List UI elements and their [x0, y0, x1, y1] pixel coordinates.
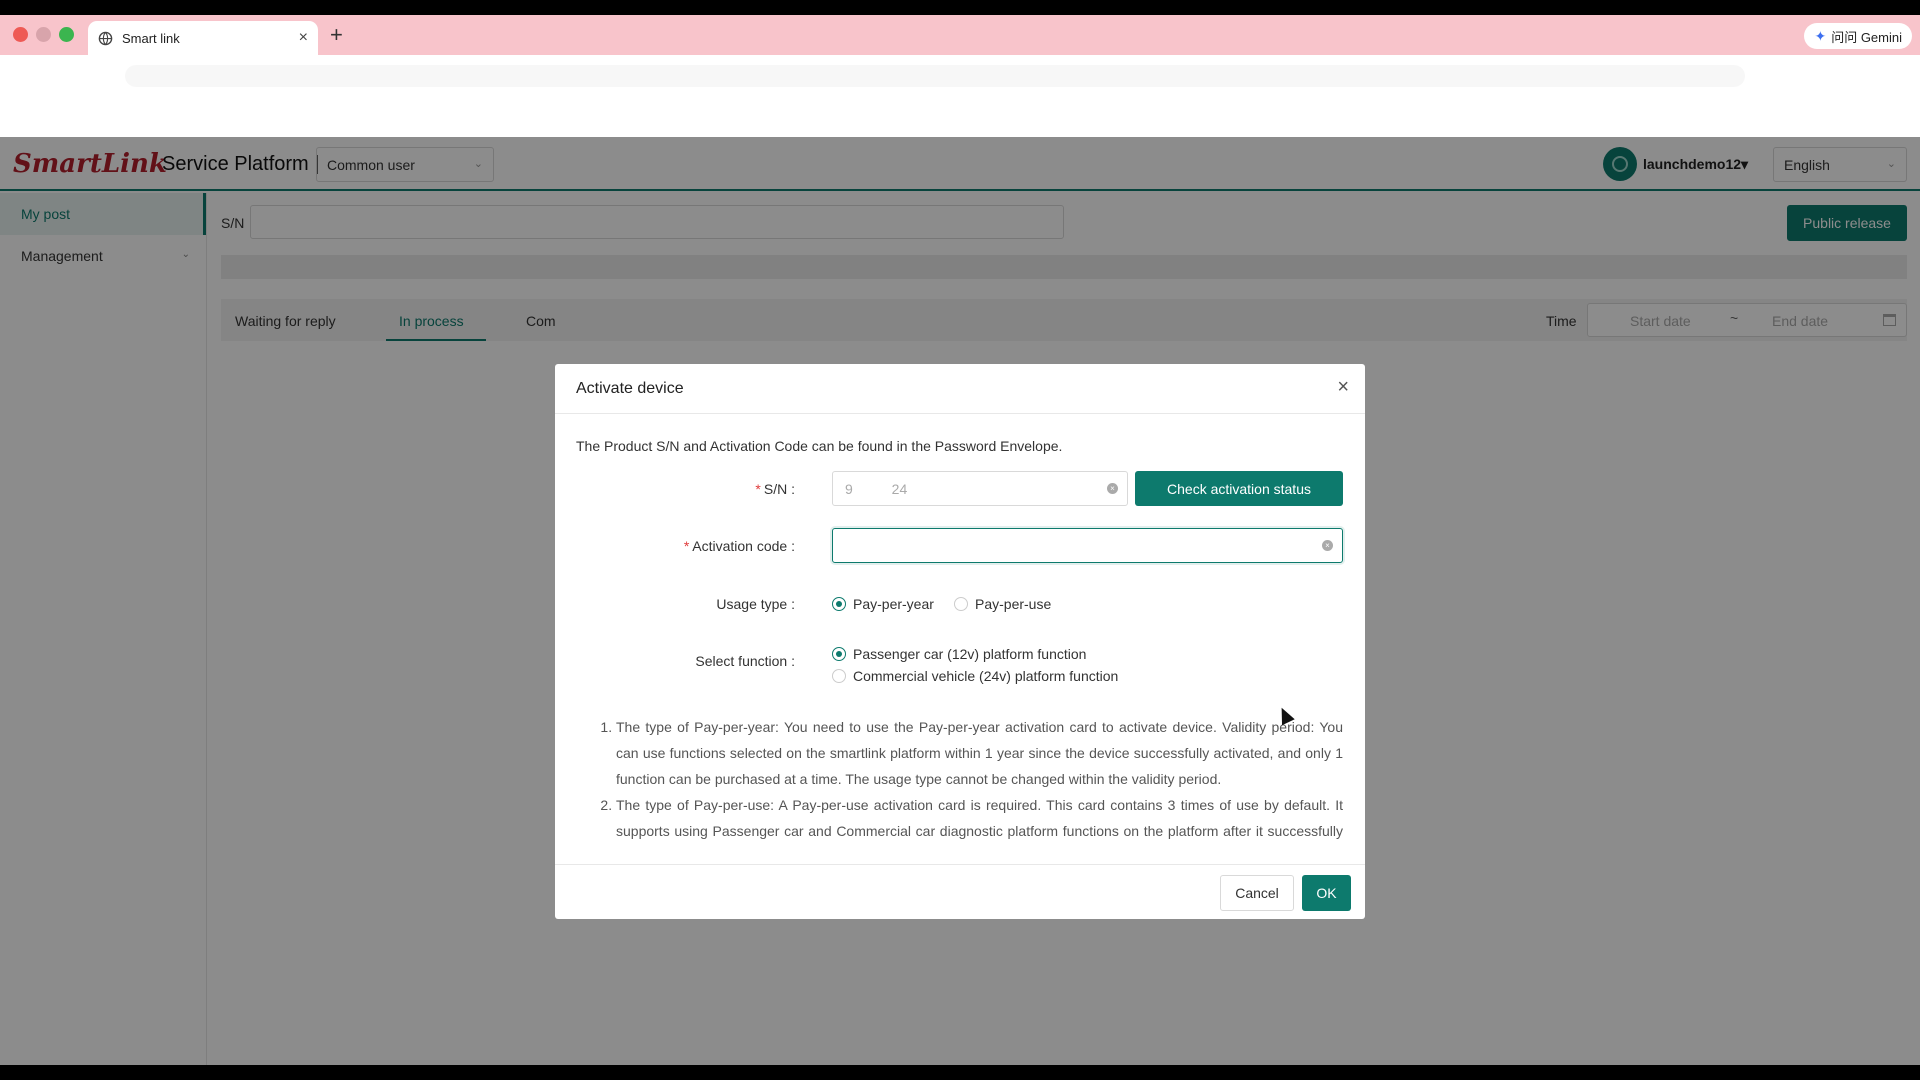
gemini-button[interactable]: ✦ 问问 Gemini — [1804, 23, 1912, 49]
activation-code-field[interactable]: × — [832, 528, 1343, 563]
activation-notes: The type of Pay-per-year: You need to us… — [594, 714, 1343, 849]
cancel-button[interactable]: Cancel — [1220, 875, 1294, 911]
radio-label: Passenger car (12v) platform function — [853, 646, 1087, 662]
sparkle-icon: ✦ — [1814, 27, 1827, 44]
sn-field-label: * S/N : — [755, 481, 795, 497]
note-item: The type of Pay-per-year: You need to us… — [616, 714, 1343, 792]
select-function-label: Select function : — [695, 653, 795, 669]
radio-pay-per-use[interactable]: Pay-per-use — [954, 596, 1051, 612]
sn-field[interactable]: 9 24 × — [832, 471, 1128, 506]
usage-type-label: Usage type : — [716, 596, 795, 612]
sn-field-value: 9 24 — [845, 481, 908, 497]
radio-commercial-vehicle[interactable]: Commercial vehicle (24v) platform functi… — [832, 668, 1118, 684]
window-minimize-button[interactable] — [36, 27, 51, 42]
radio-label: Pay-per-use — [975, 596, 1052, 612]
window-close-button[interactable] — [13, 27, 28, 42]
activate-device-dialog: Activate device × The Product S/N and Ac… — [555, 364, 1365, 919]
globe-icon — [98, 31, 113, 45]
gemini-label: 问问 Gemini — [1831, 29, 1902, 45]
radio-checked-icon — [832, 647, 846, 661]
ok-button[interactable]: OK — [1302, 875, 1351, 911]
browser-tab[interactable]: Smart link × — [88, 21, 318, 55]
dialog-footer: Cancel OK — [555, 864, 1365, 919]
clear-icon[interactable]: × — [1322, 540, 1333, 551]
new-tab-button[interactable]: + — [330, 22, 343, 48]
radio-passenger-car[interactable]: Passenger car (12v) platform function — [832, 646, 1086, 662]
check-activation-status-button[interactable]: Check activation status — [1135, 471, 1343, 506]
radio-checked-icon — [832, 597, 846, 611]
close-icon[interactable]: × — [1337, 376, 1349, 399]
address-bar[interactable] — [125, 65, 1745, 87]
note-item: The type of Pay-per-use: A Pay-per-use a… — [616, 792, 1343, 849]
window-zoom-button[interactable] — [59, 27, 74, 42]
clear-icon[interactable]: × — [1107, 483, 1118, 494]
app-window: SmartLink Service Platform | Common user… — [0, 137, 1920, 1065]
radio-pay-per-year[interactable]: Pay-per-year — [832, 596, 934, 612]
dialog-header: Activate device × — [555, 364, 1365, 414]
radio-unchecked-icon — [954, 597, 968, 611]
radio-unchecked-icon — [832, 669, 846, 683]
dialog-intro: The Product S/N and Activation Code can … — [576, 438, 1063, 454]
radio-label: Pay-per-year — [853, 596, 934, 612]
tab-title: Smart link — [122, 30, 180, 46]
radio-label: Commercial vehicle (24v) platform functi… — [853, 668, 1119, 684]
tab-close-icon[interactable]: × — [299, 29, 308, 47]
dialog-title: Activate device — [576, 380, 684, 397]
activation-code-label: * Activation code : — [683, 538, 795, 554]
